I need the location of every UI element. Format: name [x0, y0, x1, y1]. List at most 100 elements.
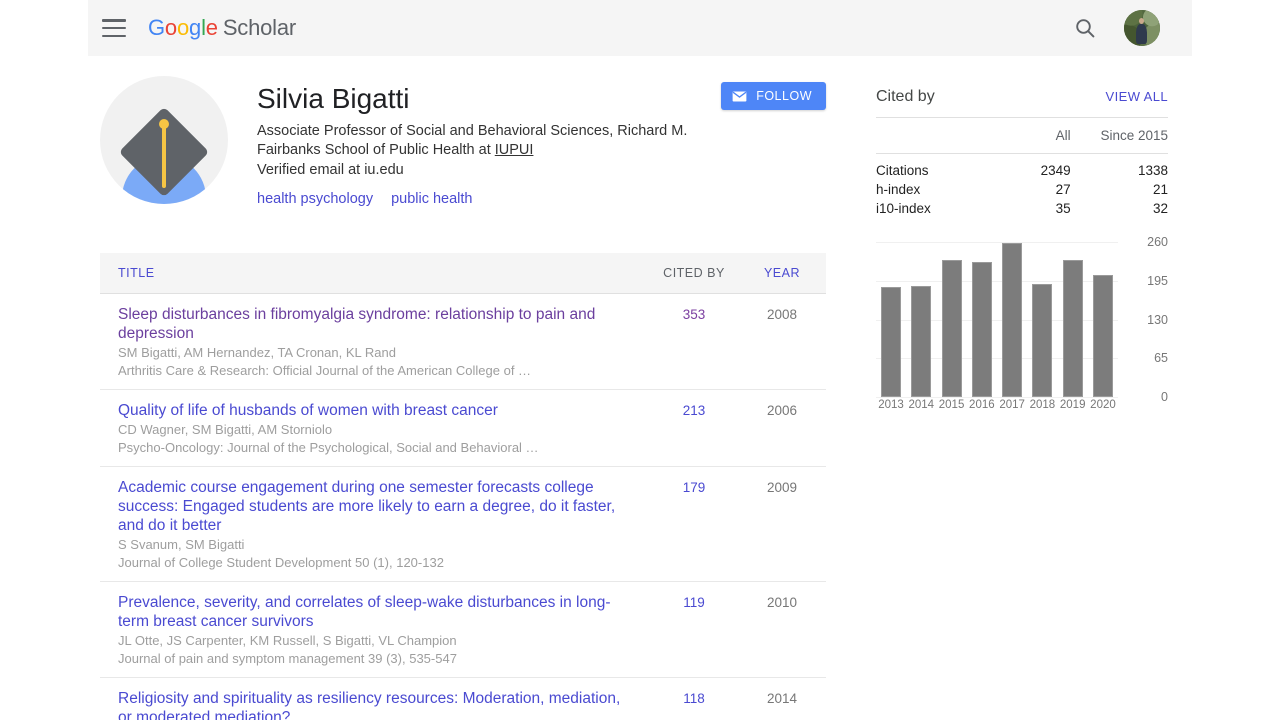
avatar[interactable]	[1124, 10, 1160, 46]
chart-bar-column[interactable]	[1058, 242, 1088, 397]
logo-word-scholar: Scholar	[222, 15, 297, 40]
metric-value-all: 2349	[1040, 163, 1071, 178]
publication-cited-by-count[interactable]: 119	[644, 593, 744, 667]
table-row: Prevalence, severity, and correlates of …	[100, 582, 826, 678]
logo-letter-e: e	[205, 15, 218, 40]
chart-bar	[941, 259, 962, 397]
search-icon-svg	[1076, 19, 1095, 38]
affiliation-institution-link[interactable]: IUPUI	[495, 142, 534, 158]
metrics-header-row: All Since 2015	[876, 118, 1168, 154]
publication-info: Religiosity and spirituality as resilien…	[100, 689, 644, 720]
chart-bar	[881, 286, 901, 397]
table-row: Sleep disturbances in fibromyalgia syndr…	[100, 294, 826, 390]
metrics-table-body: Citations 2349 1338 h-index 27 21 i10-index 35 3…	[876, 154, 1168, 219]
publication-title-link[interactable]: Academic course engagement during one se…	[118, 478, 630, 535]
follow-button-label: FOLLOW	[756, 89, 812, 103]
chart-y-axis-labels: 260 195 130 65 0	[1128, 234, 1168, 405]
page-content: Silvia Bigatti Associate Professor of So…	[88, 56, 1192, 720]
publication-title-link[interactable]: Prevalence, severity, and correlates of …	[118, 593, 630, 631]
publication-venue: Journal of College Student Development 5…	[118, 555, 444, 570]
chart-bar-column[interactable]	[937, 242, 967, 397]
logo-letter-G: G	[148, 15, 165, 40]
interest-tag-public-health[interactable]: public health	[391, 191, 472, 207]
publication-title-link[interactable]: Quality of life of husbands of women wit…	[118, 401, 630, 420]
chart-bar	[1062, 259, 1083, 397]
publication-cited-by-count[interactable]: 213	[644, 401, 744, 456]
interest-tag-health-psychology[interactable]: health psychology	[257, 191, 373, 207]
chart-bar-column[interactable]	[1027, 242, 1057, 397]
publication-venue: Journal of pain and symptom management 3…	[118, 651, 457, 666]
right-column: Cited by VIEW ALL All Since 2015 Citatio…	[876, 88, 1168, 424]
left-column: Silvia Bigatti Associate Professor of So…	[100, 76, 826, 720]
publication-authors: CD Wagner, SM Bigatti, AM Storniolo	[118, 422, 333, 437]
metric-label: i10-index	[876, 201, 931, 216]
chart-y-tick-label: 260	[1147, 235, 1168, 249]
column-header-title[interactable]: TITLE	[100, 266, 644, 280]
publication-title-link[interactable]: Religiosity and spirituality as resilien…	[118, 689, 630, 720]
metric-row: Citations 2349 1338	[876, 154, 1168, 181]
chart-bar-column[interactable]	[997, 242, 1027, 397]
column-header-year[interactable]: YEAR	[744, 266, 820, 280]
chart-bar-column[interactable]	[1088, 242, 1118, 397]
publication-year: 2006	[766, 403, 798, 418]
chart-bar-column[interactable]	[906, 242, 936, 397]
profile-interest-tags: health psychology public health	[257, 191, 826, 207]
chart-bar	[1002, 243, 1023, 397]
publication-title-link[interactable]: Sleep disturbances in fibromyalgia syndr…	[118, 305, 630, 343]
metrics-header-blank	[876, 118, 984, 154]
chart-x-tick-label[interactable]: 2014	[906, 399, 936, 411]
hamburger-menu-icon[interactable]	[102, 19, 126, 37]
metrics-header-since: Since 2015	[1078, 118, 1168, 154]
chart-x-tick-label[interactable]: 2019	[1058, 399, 1088, 411]
publication-info: Academic course engagement during one se…	[100, 478, 644, 571]
publication-year: 2008	[766, 307, 798, 322]
publication-info: Quality of life of husbands of women wit…	[100, 401, 644, 456]
publication-authors: SM Bigatti, AM Hernandez, TA Cronan, KL …	[118, 345, 396, 360]
chart-bar-column[interactable]	[967, 242, 997, 397]
chart-bars	[876, 242, 1118, 397]
search-icon[interactable]	[1072, 15, 1098, 41]
view-all-link[interactable]: VIEW ALL	[1106, 89, 1168, 104]
profile-affiliation: Associate Professor of Social and Behavi…	[257, 122, 697, 160]
google-scholar-logo[interactable]: Google Scholar	[148, 17, 296, 39]
publication-authors: JL Otte, JS Carpenter, KM Russell, S Big…	[118, 633, 457, 648]
citation-metrics-table: All Since 2015 Citations 2349 1338 h-index 2…	[876, 118, 1168, 218]
verified-email: Verified email at iu.edu	[257, 162, 404, 178]
chart-y-tick-label: 0	[1161, 390, 1168, 404]
follow-button[interactable]: FOLLOW	[721, 82, 826, 110]
chart-bar	[971, 261, 992, 397]
publication-info: Prevalence, severity, and correlates of …	[100, 593, 644, 667]
publications-table: TITLE CITED BY YEAR Sleep disturbances i…	[100, 253, 826, 720]
column-header-cited-by[interactable]: CITED BY	[644, 266, 744, 280]
metric-value-since: 1338	[1137, 163, 1168, 178]
avatar-person	[1136, 18, 1148, 44]
chart-y-tick-label: 65	[1154, 351, 1168, 366]
publication-venue: Psycho-Oncology: Journal of the Psycholo…	[118, 440, 539, 455]
publication-year: 2010	[766, 595, 798, 610]
cited-by-title: Cited by	[876, 88, 935, 105]
chart-x-tick-label[interactable]: 2020	[1088, 399, 1118, 411]
chart-x-tick-label[interactable]: 2016	[967, 399, 997, 411]
metric-value-all: 27	[1055, 182, 1071, 197]
logo-letter-o2: o	[176, 15, 190, 40]
chart-bar	[1092, 274, 1113, 397]
publication-info: Sleep disturbances in fibromyalgia syndr…	[100, 305, 644, 379]
envelope-icon	[732, 90, 747, 102]
chart-x-tick-label[interactable]: 2018	[1027, 399, 1057, 411]
metric-label: h-index	[876, 182, 921, 197]
chart-x-tick-label[interactable]: 2013	[876, 399, 906, 411]
publication-cited-by-count[interactable]: 353	[644, 305, 744, 379]
chart-x-tick-label[interactable]: 2017	[997, 399, 1027, 411]
chart-y-tick-label: 130	[1147, 312, 1168, 327]
chart-x-tick-label[interactable]: 2015	[937, 399, 967, 411]
cited-by-header: Cited by VIEW ALL	[876, 88, 1168, 118]
metric-row: h-index 27 21	[876, 180, 1168, 199]
header-actions	[1072, 10, 1160, 46]
publication-cited-by-count[interactable]: 118	[644, 689, 744, 720]
chart-bar-column[interactable]	[876, 242, 906, 397]
publication-cited-by-count[interactable]: 179	[644, 478, 744, 571]
table-row: Academic course engagement during one se…	[100, 467, 826, 582]
metrics-table-head: All Since 2015	[876, 118, 1168, 154]
tassel-knob-icon	[159, 119, 169, 129]
profile-avatar-placeholder[interactable]	[100, 76, 228, 204]
